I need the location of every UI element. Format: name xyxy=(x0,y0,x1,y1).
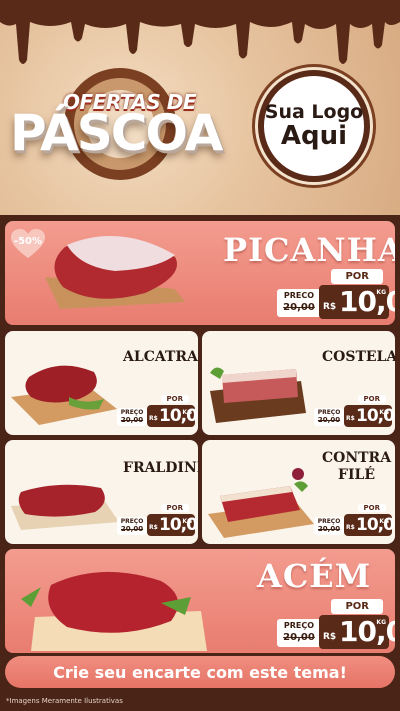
product-card-contra-file[interactable]: CONTRA FILÉ PREÇO 20,00 R$ 10,00 KG POR xyxy=(202,440,395,544)
price-tag: PREÇO 20,00 R$ 10,00 KG POR xyxy=(117,393,198,427)
fraldinha-image xyxy=(11,484,119,530)
product-card-alcatra[interactable]: ALCATRA PREÇO 20,00 R$ 10,00 KG POR xyxy=(5,331,198,435)
product-card-acem[interactable]: ACÉM PREÇO 20,00 R$ 10,00 KG POR xyxy=(5,549,395,653)
currency: R$ xyxy=(323,632,337,642)
price-label: PREÇO xyxy=(317,518,341,525)
product-card-costela[interactable]: COSTELA PREÇO 20,00 R$ 10,00 KG POR xyxy=(202,331,395,435)
old-price-box: PREÇO 20,00 xyxy=(314,517,344,535)
unit: KG xyxy=(376,289,386,296)
product-name-line1: CONTRA xyxy=(322,450,392,466)
currency: R$ xyxy=(323,302,337,312)
old-price: 20,00 xyxy=(317,416,341,424)
title-pascoa: PÁSCOA xyxy=(10,104,223,162)
old-price-box: PREÇO 20,00 xyxy=(277,619,321,647)
alcatra-image xyxy=(11,365,117,425)
new-price: 10,00 xyxy=(159,406,198,426)
old-price: 20,00 xyxy=(120,525,144,533)
old-price-box: PREÇO 20,00 xyxy=(117,408,147,426)
new-price: 10,00 xyxy=(339,285,395,318)
new-price-box: R$ 10,00 KG xyxy=(344,514,395,536)
product-name: ACÉM xyxy=(257,557,372,595)
acem-image xyxy=(21,571,207,651)
price-tag: PREÇO 20,00 R$ 10,00 KG POR xyxy=(314,393,395,427)
old-price-box: PREÇO 20,00 xyxy=(314,408,344,426)
new-price: 10,00 xyxy=(356,515,395,535)
por-label: POR xyxy=(357,395,386,403)
create-flyer-button[interactable]: Crie seu encarte com este tema! xyxy=(5,656,395,688)
price-label: PRECO xyxy=(283,291,315,300)
product-name: ALCATRA xyxy=(123,349,198,365)
new-price: 10,00 xyxy=(159,515,198,535)
new-price: 10,00 xyxy=(339,615,395,648)
old-price: 20,00 xyxy=(120,416,144,424)
por-label: POR xyxy=(357,504,386,512)
unit: KG xyxy=(376,619,386,626)
price-tag: PREÇO 20,00 R$ 10,00 KG POR xyxy=(277,599,395,649)
disclaimer-text: *Imagens Meramente Ilustrativas xyxy=(6,697,123,705)
product-name: PICANHA xyxy=(223,231,395,269)
por-label: POR xyxy=(160,395,189,403)
price-tag: PRECO 20,00 R$ 10,00 KG POR xyxy=(277,269,395,319)
unit: KG xyxy=(379,518,389,525)
picanha-image xyxy=(45,236,185,309)
logo-text-line2: Aqui xyxy=(280,121,348,151)
costela-image xyxy=(210,367,306,423)
price-label: PREÇO xyxy=(283,621,315,630)
price-tag: PREÇO 20,00 R$ 10,00 KG POR xyxy=(117,502,198,536)
old-price-box: PRECO 20,00 xyxy=(277,289,321,317)
por-label: POR xyxy=(331,269,383,284)
new-price-box: R$ 10,00 KG xyxy=(319,615,395,649)
product-name: COSTELA xyxy=(322,349,395,365)
contra-file-image xyxy=(208,468,314,538)
unit: KG xyxy=(182,518,192,525)
new-price: 10,00 xyxy=(356,406,395,426)
product-card-picanha[interactable]: -50% PICANHA PRECO 20,00 R$ 10,00 KG POR xyxy=(5,221,395,325)
product-name: FRALDINHA xyxy=(123,460,198,476)
product-name-line2: FILÉ xyxy=(338,467,376,483)
old-price: 20,00 xyxy=(283,632,315,643)
easter-title: OFERTAS DE PÁSCOA xyxy=(8,58,248,188)
price-label: PREÇO xyxy=(120,409,144,416)
product-card-fraldinha[interactable]: FRALDINHA PREÇO 20,00 R$ 10,00 KG POR xyxy=(5,440,198,544)
new-price-box: R$ 10,00 KG xyxy=(147,514,198,536)
currency: R$ xyxy=(346,415,355,422)
logo-text-line1: Sua Logo xyxy=(264,101,364,123)
new-price-box: R$ 10,00 KG xyxy=(147,405,198,427)
header-banner: OFERTAS DE PÁSCOA Sua Logo Aqui xyxy=(0,0,400,215)
price-label: PREÇO xyxy=(120,518,144,525)
por-label: POR xyxy=(331,599,383,614)
currency: R$ xyxy=(149,415,158,422)
price-tag: PREÇO 20,00 R$ 10,00 KG POR xyxy=(314,502,395,536)
product-name: CONTRA FILÉ xyxy=(322,450,391,484)
price-label: PREÇO xyxy=(317,409,341,416)
por-label: POR xyxy=(160,504,189,512)
new-price-box: R$ 10,00 KG xyxy=(319,285,395,319)
old-price-box: PREÇO 20,00 xyxy=(117,517,147,535)
logo-placeholder[interactable]: Sua Logo Aqui xyxy=(258,70,370,182)
currency: R$ xyxy=(149,524,158,531)
currency: R$ xyxy=(346,524,355,531)
old-price: 20,00 xyxy=(283,302,315,313)
unit: KG xyxy=(379,409,389,416)
unit: KG xyxy=(182,409,192,416)
old-price: 20,00 xyxy=(317,525,341,533)
new-price-box: R$ 10,00 KG xyxy=(344,405,395,427)
